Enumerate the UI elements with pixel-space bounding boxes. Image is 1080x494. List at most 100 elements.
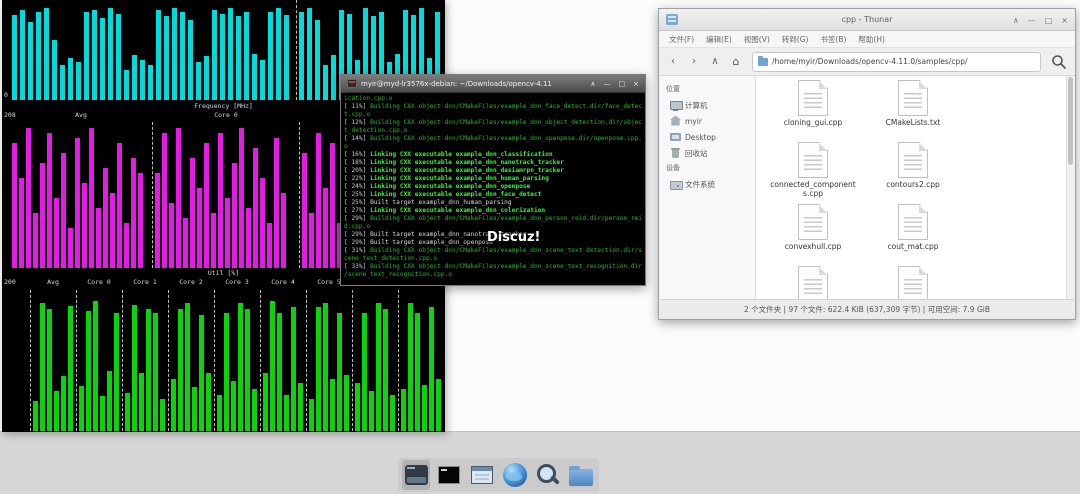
forward-button[interactable]: ›	[685, 52, 703, 72]
menu-item[interactable]: 文件(F)	[663, 34, 700, 45]
dock-item[interactable]	[501, 460, 529, 490]
build-terminal-window[interactable]: myir@myd-lr3576x-debian: ~/Downloads/ope…	[340, 74, 646, 286]
graph-bar	[61, 153, 66, 268]
file-item[interactable]: cloning_gui.cpp	[764, 78, 862, 140]
thunar-titlebar[interactable]: cpp - Thunar ∧—□×	[659, 9, 1075, 31]
back-button[interactable]: ‹	[664, 52, 682, 72]
file-item[interactable]: dbt_face_detection.cpp	[864, 264, 962, 299]
window-control-button[interactable]: □	[619, 80, 626, 88]
graph-bar	[323, 188, 328, 268]
graph-bar	[172, 8, 177, 100]
graph-bar	[44, 8, 49, 100]
window-control-button[interactable]: □	[1045, 16, 1053, 25]
file-item[interactable]: cout_mat.cpp	[864, 202, 962, 264]
graph-bar	[277, 313, 282, 431]
dock-item[interactable]	[567, 460, 595, 490]
graph-bar	[185, 303, 190, 431]
sidebar-item[interactable]: Desktop	[660, 129, 755, 145]
file-item[interactable]: CMakeLists.txt	[864, 78, 962, 140]
thunar-toolbar: ‹ › ∧ ⌂ /home/myir/Downloads/opencv-4.11…	[659, 48, 1075, 76]
window-control-button[interactable]: ×	[633, 80, 639, 88]
graph-bar	[315, 20, 320, 100]
sidebar-item[interactable]: 回收站	[660, 145, 755, 161]
window-control-button[interactable]: —	[604, 80, 611, 88]
graph-bar	[239, 128, 244, 268]
graph-bar	[298, 383, 303, 431]
file-item[interactable]: convexhull.cpp	[764, 202, 862, 264]
core-label: Core 3	[214, 279, 260, 286]
file-item[interactable]: contours2.cpp	[864, 140, 962, 202]
graph-bar	[284, 15, 289, 100]
terminal-line: [ 14%] Building CXX object dnn/CMakeFile…	[344, 135, 642, 143]
graph-bar	[160, 399, 165, 431]
graph-bar	[124, 70, 129, 100]
terminal-line: [ 33%] Building CXX object dnn/CMakeFile…	[344, 263, 642, 271]
graph-bar	[268, 12, 273, 100]
status-text: 2 个文件夹 | 97 个文件: 622.4 KiB (637,309 字节) …	[744, 304, 990, 315]
desktop-icon	[670, 132, 681, 143]
build-terminal-titlebar[interactable]: myir@myd-lr3576x-debian: ~/Downloads/ope…	[341, 75, 645, 93]
file-name: connected_components.cpp	[764, 181, 862, 198]
thunar-statusbar: 2 个文件夹 | 97 个文件: 622.4 KiB (637,309 字节) …	[660, 299, 1074, 319]
home-button[interactable]: ⌂	[727, 52, 745, 72]
document-icon	[798, 142, 828, 178]
graph-bar	[429, 307, 434, 431]
graph-bar	[153, 313, 158, 431]
path-bar[interactable]: /home/myir/Downloads/opencv-4.11.0/sampl…	[752, 52, 1041, 72]
dock-item[interactable]	[435, 460, 463, 490]
graph-bar	[138, 173, 143, 268]
sidebar-item-label: Desktop	[685, 133, 716, 142]
dock-item[interactable]	[402, 460, 430, 490]
graph-bar	[276, 8, 281, 100]
window-control-button[interactable]: ∧	[590, 80, 595, 88]
up-button[interactable]: ∧	[706, 52, 724, 72]
file-item[interactable]: connected_components.cpp	[764, 140, 862, 202]
graph-bar	[199, 315, 204, 431]
graph-bar	[82, 183, 87, 268]
scrollbar[interactable]	[1066, 76, 1074, 299]
freq-col-label-core0: Core 0	[153, 112, 299, 119]
terminal-dark-icon	[405, 465, 428, 485]
menu-item[interactable]: 书签(B)	[814, 34, 852, 45]
core-label: Core 2	[168, 279, 214, 286]
home-icon	[670, 116, 681, 127]
file-name: cout_mat.cpp	[864, 243, 962, 252]
sidebar-item[interactable]: 计算机	[660, 97, 755, 113]
graph-bar	[40, 303, 45, 431]
places-list: 计算机myir Desktop 回收站	[660, 97, 755, 161]
graph-bar	[337, 313, 342, 431]
terminal-line: [ 25%] Linking CXX executable example_dn…	[344, 191, 642, 199]
menu-item[interactable]: 帮助(H)	[852, 34, 891, 45]
graph-bar	[299, 12, 304, 100]
terminal-output[interactable]: ication.cpp.o[ 11%] Building CXX object …	[341, 93, 645, 285]
graph-bar	[355, 383, 360, 431]
file-name: convexhull.cpp	[764, 243, 862, 252]
window-control-button[interactable]: —	[1028, 16, 1036, 25]
sidebar-item[interactable]: myir	[660, 113, 755, 129]
menu-item[interactable]: 转到(G)	[776, 34, 815, 45]
graph-bar	[252, 54, 257, 100]
graph-gutter	[2, 122, 10, 268]
graph-bar	[183, 218, 188, 268]
graph-bar	[176, 128, 181, 268]
graph-bar	[232, 163, 237, 268]
file-name: cloning_gui.cpp	[764, 119, 862, 128]
dock-item[interactable]	[534, 460, 562, 490]
menu-item[interactable]: 视图(V)	[738, 34, 776, 45]
graph-bar	[309, 399, 314, 431]
sidebar-item[interactable]: 文件系统	[660, 176, 755, 192]
graph-bar	[103, 168, 108, 268]
graph-panel	[122, 290, 168, 431]
dock-item[interactable]	[468, 460, 496, 490]
graph-bar	[190, 158, 195, 268]
utilization-graph	[2, 290, 445, 431]
window-control-button[interactable]: ∧	[1013, 16, 1019, 25]
search-button[interactable]	[1048, 51, 1070, 73]
graph-bar	[148, 65, 153, 100]
thunar-window[interactable]: cpp - Thunar ∧—□× 文件(F)编辑(E)视图(V)转到(G)书签…	[658, 8, 1076, 320]
file-item[interactable]: create_mask.cpp	[764, 264, 862, 299]
graph-bar	[344, 375, 349, 431]
window-control-button[interactable]: ×	[1061, 16, 1068, 25]
scrollbar-thumb[interactable]	[1068, 77, 1073, 165]
menu-item[interactable]: 编辑(E)	[700, 34, 738, 45]
